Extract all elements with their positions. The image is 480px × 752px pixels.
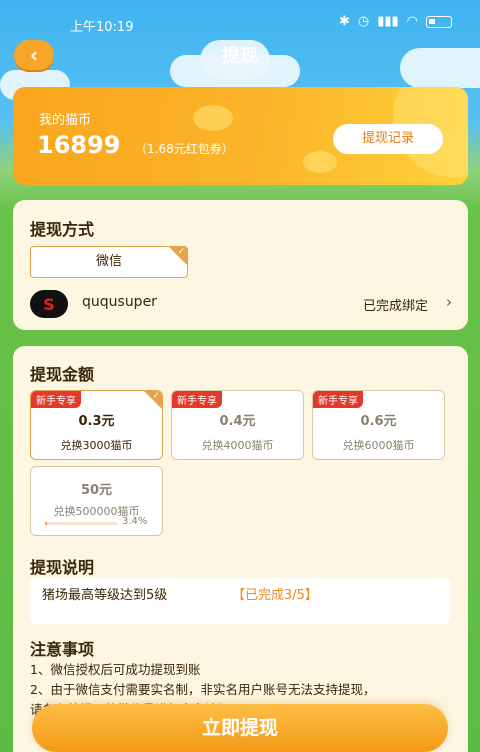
amount-option[interactable]: 新手专享 0.4元 兑换4000猫币	[171, 390, 304, 460]
section-title: 提现金额	[30, 365, 95, 384]
avatar: S	[30, 290, 68, 318]
method-tab-label: 微信	[95, 254, 122, 269]
requirement-text: 猪场最高等级达到5级	[42, 588, 168, 603]
amount-desc: 兑换4000猫币	[201, 439, 274, 452]
superman-logo-icon: S	[43, 294, 55, 314]
progress-text: 3.4%	[122, 516, 148, 527]
withdraw-method-card: 提现方式 微信 ✓ S ququsuper 已完成绑定 ›	[13, 200, 468, 330]
coin-equivalent: （1.68元红包券）	[135, 142, 234, 156]
page-title: 提现	[222, 46, 258, 67]
amount-value: 0.6元	[360, 414, 397, 429]
chevron-right-icon: ›	[446, 293, 452, 311]
selected-check-icon: ✓	[169, 247, 187, 265]
newbie-badge: 新手专享	[172, 391, 222, 408]
progress-bar	[45, 522, 117, 525]
bluetooth-icon: ✱	[338, 14, 350, 29]
amount-option[interactable]: 新手专享 ✓ 0.3元 兑换3000猫币	[30, 390, 163, 460]
battery-icon	[426, 15, 452, 28]
section-title: 提现说明	[30, 558, 95, 577]
withdraw-amount-card: 提现金额 新手专享 ✓ 0.3元 兑换3000猫币 新手专享 0.4元 兑换40…	[13, 346, 468, 752]
signal-icon: ▮▮▮	[377, 14, 399, 29]
status-bar: 上午10:19 ✱ ◷ ▮▮▮ ◠	[0, 0, 480, 40]
wifi-icon: ◠	[406, 14, 418, 29]
amount-desc: 兑换3000猫币	[60, 439, 133, 452]
bound-account-row[interactable]: S ququsuper 已完成绑定 ›	[30, 290, 452, 318]
amount-option[interactable]: 50元 兑换500000猫币 3.4%	[30, 466, 163, 536]
status-time: 上午10:19	[70, 20, 134, 35]
amount-value: 50元	[80, 483, 113, 498]
requirement-box: 猪场最高等级达到5级 【已完成3/5】	[30, 578, 450, 624]
newbie-badge: 新手专享	[31, 391, 81, 408]
alarm-icon: ◷	[357, 14, 370, 29]
amount-value: 0.3元	[78, 414, 115, 429]
progress-fill	[45, 522, 48, 525]
newbie-badge: 新手专享	[313, 391, 363, 408]
bind-status: 已完成绑定	[362, 299, 428, 314]
withdraw-record-button[interactable]: 提现记录	[333, 124, 443, 154]
requirement-status: 【已完成3/5】	[232, 588, 318, 603]
status-icons: ✱ ◷ ▮▮▮ ◠	[339, 14, 452, 29]
account-name: ququsuper	[82, 294, 157, 310]
coin-icon	[303, 151, 337, 173]
coin-label: 我的猫币	[39, 113, 92, 128]
coin-balance-card: 我的猫币 16899 （1.68元红包券） 提现记录	[13, 87, 468, 185]
attention-line: 2、由于微信支付需要实名制，非实名用户账号无法支持提现，	[30, 682, 376, 697]
selected-check-icon: ✓	[144, 391, 162, 409]
amount-value: 0.4元	[219, 414, 256, 429]
coin-amount: 16899	[37, 131, 121, 159]
amount-desc: 兑换6000猫币	[342, 439, 415, 452]
withdraw-now-button[interactable]: 立即提现	[32, 704, 448, 752]
section-title: 注意事项	[30, 640, 95, 659]
attention-line: 1、微信授权后可成功提现到账	[30, 662, 201, 677]
coin-icon	[193, 105, 233, 131]
section-title: 提现方式	[30, 220, 95, 239]
method-tab-wechat[interactable]: 微信 ✓	[30, 246, 188, 278]
amount-option[interactable]: 新手专享 0.6元 兑换6000猫币	[312, 390, 445, 460]
